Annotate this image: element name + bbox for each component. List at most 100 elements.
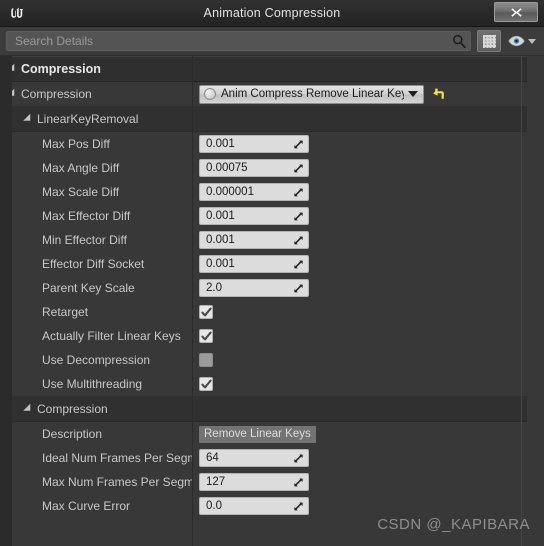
property-label-cell: Use Decompression (0, 353, 192, 367)
number-input[interactable]: 0.001 (199, 231, 309, 249)
number-value: 0.000001 (206, 186, 254, 198)
group-header-row[interactable]: Compression (0, 396, 527, 422)
property-label-cell: Compression (0, 87, 192, 101)
property-label: Use Multithreading (42, 377, 143, 391)
property-label: Compression (37, 401, 108, 416)
number-value: 0.001 (206, 138, 235, 150)
number-value: 0.0 (206, 500, 222, 512)
property-label: Effector Diff Socket (42, 257, 145, 271)
property-row: Max Num Frames Per Segment 127 (0, 470, 544, 494)
search-icon (453, 34, 466, 48)
spinner-icon[interactable] (293, 501, 304, 512)
check-icon (200, 307, 212, 316)
number-input[interactable]: 0.001 (199, 135, 309, 153)
panel-left-gutter (0, 56, 12, 546)
property-label-cell: Use Multithreading (0, 377, 192, 391)
number-input[interactable]: 0.000001 (199, 183, 309, 201)
number-value: 0.001 (206, 258, 235, 270)
eye-icon (508, 35, 525, 47)
number-input[interactable]: 2.0 (199, 279, 309, 297)
close-button[interactable] (494, 2, 538, 22)
property-row: Use Decompression (0, 348, 544, 372)
spinner-icon[interactable] (293, 211, 304, 222)
unreal-engine-logo-icon (0, 0, 34, 26)
checkbox[interactable] (199, 305, 213, 319)
number-value: 2.0 (206, 282, 222, 294)
view-options-button[interactable] (506, 33, 538, 49)
property-label-cell: Min Effector Diff (0, 233, 192, 247)
property-label: Max Angle Diff (42, 161, 120, 175)
spinner-icon[interactable] (293, 283, 304, 294)
number-value: 64 (206, 452, 219, 464)
compression-algorithm-select[interactable]: Anim Compress Remove Linear Keys (199, 84, 424, 104)
select-value: Anim Compress Remove Linear Keys (221, 88, 404, 100)
column-divider[interactable] (192, 56, 193, 546)
spinner-icon[interactable] (293, 139, 304, 150)
property-row: Max Pos Diff 0.001 (0, 132, 544, 156)
property-value-cell (192, 353, 544, 367)
details-toolbar: Search Details (0, 27, 544, 56)
property-label-cell: Effector Diff Socket (0, 257, 192, 271)
property-label-cell: Max Angle Diff (0, 161, 192, 175)
number-input[interactable]: 127 (199, 473, 309, 491)
spinner-icon[interactable] (293, 259, 304, 270)
checkbox[interactable] (199, 377, 213, 391)
checkbox[interactable] (199, 353, 213, 367)
expander-triangle-icon[interactable] (23, 403, 34, 414)
property-value-cell: 0.00075 (192, 159, 544, 177)
category-header-row[interactable]: Compression (0, 56, 527, 82)
property-label-cell: Description (0, 427, 192, 441)
spinner-icon[interactable] (293, 187, 304, 198)
spinner-icon[interactable] (293, 163, 304, 174)
column-view-button[interactable] (477, 30, 501, 52)
property-value-cell: Remove Linear Keys (192, 425, 544, 443)
text-input[interactable]: Remove Linear Keys (199, 425, 316, 443)
property-value-cell: 0.000001 (192, 183, 544, 201)
number-input[interactable]: 0.001 (199, 255, 309, 273)
property-row: Parent Key Scale 2.0 (0, 276, 544, 300)
property-row-list: Compression Compression Anim Compress Remo… (0, 56, 544, 518)
property-label: Min Effector Diff (42, 233, 127, 247)
spinner-icon[interactable] (293, 477, 304, 488)
watermark: CSDN @_KAPIBARA (377, 516, 530, 533)
group-header-row[interactable]: Compression Anim Compress Remove Linear K… (0, 82, 544, 106)
property-value-cell (192, 305, 544, 319)
property-label-cell: Compression (0, 62, 192, 76)
chevron-down-icon (528, 38, 536, 44)
chevron-down-icon (408, 91, 418, 97)
property-row: Max Angle Diff 0.00075 (0, 156, 544, 180)
number-input[interactable]: 0.001 (199, 207, 309, 225)
search-input[interactable]: Search Details (6, 31, 471, 51)
property-value-cell: 0.001 (192, 255, 544, 273)
property-row: Ideal Num Frames Per Segment 64 (0, 446, 544, 470)
panel-right-divider (521, 56, 522, 546)
number-input[interactable]: 64 (199, 449, 309, 467)
property-label-cell: Actually Filter Linear Keys (0, 329, 192, 343)
property-label: Max Num Frames Per Segment (42, 475, 192, 489)
property-value-cell: Anim Compress Remove Linear Keys (192, 84, 544, 104)
checkbox[interactable] (199, 329, 213, 343)
number-input[interactable]: 0.0 (199, 497, 309, 515)
spinner-icon[interactable] (293, 235, 304, 246)
property-label-cell: Parent Key Scale (0, 281, 192, 295)
property-label-cell: Max Num Frames Per Segment (0, 475, 192, 489)
property-row: Description Remove Linear Keys (0, 422, 544, 446)
property-row: Max Scale Diff 0.000001 (0, 180, 544, 204)
property-label: LinearKeyRemoval (37, 111, 139, 126)
property-label: Ideal Num Frames Per Segment (42, 451, 192, 465)
number-input[interactable]: 0.00075 (199, 159, 309, 177)
property-row: Use Multithreading (0, 372, 544, 396)
property-value-cell (192, 329, 544, 343)
property-label-cell: Max Effector Diff (0, 209, 192, 223)
expander-triangle-icon[interactable] (23, 113, 34, 124)
property-label-cell: Retarget (0, 305, 192, 319)
reset-arrow-icon[interactable] (432, 87, 445, 101)
group-header-row[interactable]: LinearKeyRemoval (0, 106, 527, 132)
property-label-cell: Ideal Num Frames Per Segment (0, 451, 192, 465)
property-value-cell: 0.001 (192, 207, 544, 225)
property-label: Max Scale Diff (42, 185, 120, 199)
search-placeholder: Search Details (15, 34, 94, 48)
property-value-cell: 0.0 (192, 497, 544, 515)
property-label: Compression (21, 62, 101, 76)
spinner-icon[interactable] (293, 453, 304, 464)
